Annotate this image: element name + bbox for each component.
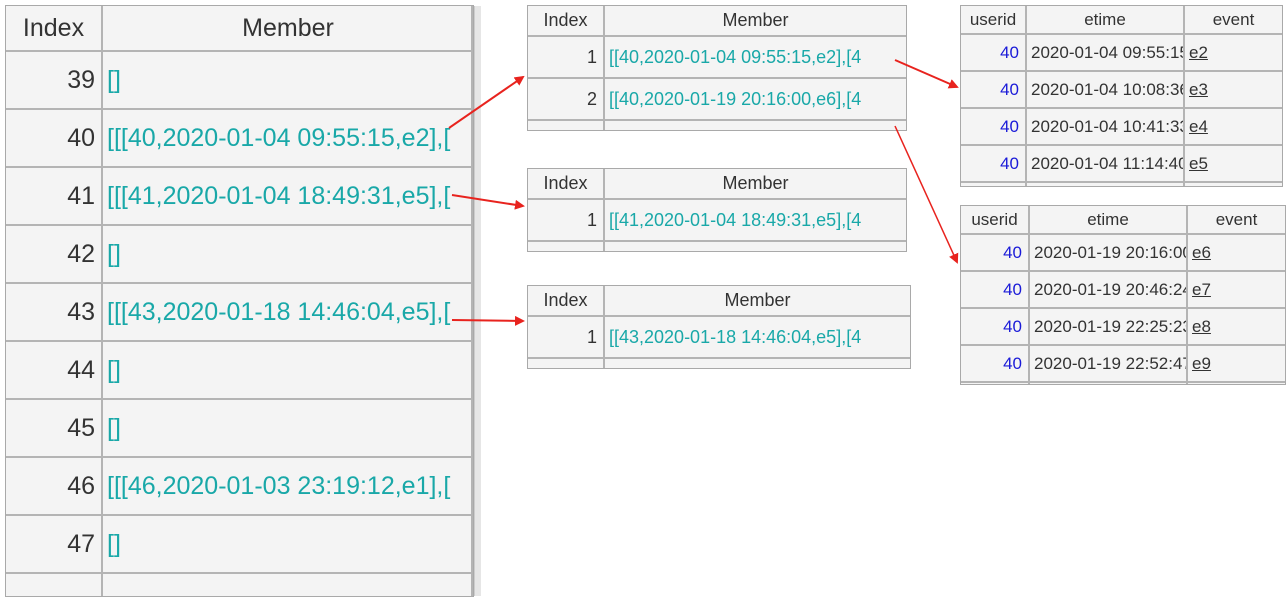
table-row[interactable]: 1 [[43,2020-01-18 14:46:04,e5],[4 [528, 317, 910, 359]
table-row[interactable]: 46 [[[46,2020-01-03 23:19:12,e1],[ [6, 458, 473, 516]
header-index[interactable]: Index [528, 169, 603, 198]
member-cell[interactable]: [] [107, 516, 473, 572]
member-cell[interactable]: [[40,2020-01-04 09:55:15,e2],[4 [609, 37, 906, 77]
etime-cell[interactable]: 2020-01-04 10:41:33 [1031, 109, 1183, 144]
event-cell[interactable]: e3 [1189, 72, 1282, 107]
index-cell[interactable]: 46 [6, 458, 95, 514]
event-cell[interactable]: e5 [1189, 146, 1282, 181]
member-cell[interactable]: [[41,2020-01-04 18:49:31,e5],[4 [609, 200, 906, 240]
member-cell[interactable]: [[43,2020-01-18 14:46:04,e5],[4 [609, 317, 910, 357]
header-member[interactable]: Member [103, 6, 473, 50]
group-40-table: Index Member 1 [[40,2020-01-04 09:55:15,e… [527, 5, 907, 131]
header-userid[interactable]: userid [961, 206, 1028, 233]
userid-cell[interactable]: 40 [961, 109, 1019, 144]
table-row[interactable]: 44[] [6, 342, 473, 400]
event-cell[interactable]: e7 [1192, 272, 1285, 307]
etime-cell[interactable]: 2020-01-19 22:25:23 [1034, 309, 1186, 344]
table-row[interactable]: 40 2020-01-19 22:25:23 e8 [961, 309, 1285, 346]
header-index[interactable]: Index [6, 6, 101, 50]
index-cell[interactable]: 42 [6, 226, 95, 282]
event-cell[interactable]: e9 [1192, 346, 1285, 381]
vertical-scrollbar[interactable] [474, 6, 481, 596]
etime-cell[interactable]: 2020-01-04 09:55:15 [1031, 35, 1183, 70]
index-cell[interactable]: 1 [528, 37, 597, 77]
userid-cell[interactable]: 40 [961, 309, 1022, 344]
header-etime[interactable]: etime [1027, 6, 1183, 33]
table-row[interactable]: 40 2020-01-04 11:14:40 e5 [961, 146, 1282, 183]
table-row[interactable]: 40 2020-01-04 10:08:36 e3 [961, 72, 1282, 109]
table-row[interactable]: 40 2020-01-19 20:16:00 e6 [961, 235, 1285, 272]
group-40-header: Index Member [528, 6, 906, 37]
table-row[interactable]: 2 [[40,2020-01-19 20:16:00,e6],[4 [528, 79, 906, 121]
group-43-table: Index Member 1 [[43,2020-01-18 14:46:04,e… [527, 285, 911, 369]
index-cell[interactable]: 44 [6, 342, 95, 398]
index-cell[interactable]: 45 [6, 400, 95, 456]
member-cell[interactable]: [] [107, 342, 473, 398]
detail-table-1: userid etime event 40 2020-01-04 09:55:15… [960, 5, 1283, 187]
table-row[interactable]: 39[] [6, 52, 473, 110]
table-row[interactable]: 40 2020-01-19 22:52:47 e9 [961, 346, 1285, 383]
table-row[interactable]: 45[] [6, 400, 473, 458]
detail-2-header: userid etime event [961, 206, 1285, 235]
member-cell[interactable]: [[40,2020-01-19 20:16:00,e6],[4 [609, 79, 906, 119]
header-userid[interactable]: userid [961, 6, 1025, 33]
index-cell[interactable]: 2 [528, 79, 597, 119]
index-cell[interactable]: 1 [528, 317, 597, 357]
userid-cell[interactable]: 40 [961, 272, 1022, 307]
userid-cell[interactable]: 40 [961, 346, 1022, 381]
index-cell[interactable]: 39 [6, 52, 95, 108]
event-cell[interactable]: e8 [1192, 309, 1285, 344]
member-cell[interactable]: [[[46,2020-01-03 23:19:12,e1],[ [107, 458, 473, 514]
member-cell[interactable]: [[[41,2020-01-04 18:49:31,e5],[ [107, 168, 473, 224]
table-row[interactable]: 40 2020-01-19 20:46:24 e7 [961, 272, 1285, 309]
userid-cell[interactable]: 40 [961, 235, 1022, 270]
etime-cell[interactable]: 2020-01-19 20:46:24 [1034, 272, 1186, 307]
header-member[interactable]: Member [605, 169, 906, 198]
event-cell[interactable]: e2 [1189, 35, 1282, 70]
event-cell[interactable]: e6 [1192, 235, 1285, 270]
table-row[interactable]: 47[] [6, 516, 473, 574]
detail-table-2: userid etime event 40 2020-01-19 20:16:00… [960, 205, 1286, 385]
member-cell[interactable]: [[[43,2020-01-18 14:46:04,e5],[ [107, 284, 473, 340]
table-row[interactable]: 41 [[[41,2020-01-04 18:49:31,e5],[ [6, 168, 473, 226]
index-cell[interactable]: 41 [6, 168, 95, 224]
member-cell[interactable]: [] [107, 226, 473, 282]
etime-cell[interactable]: 2020-01-04 10:08:36 [1031, 72, 1183, 107]
index-cell[interactable]: 47 [6, 516, 95, 572]
header-member[interactable]: Member [605, 286, 910, 315]
header-member[interactable]: Member [605, 6, 906, 35]
index-cell[interactable]: 1 [528, 200, 597, 240]
table-row[interactable]: 42[] [6, 226, 473, 284]
userid-cell[interactable]: 40 [961, 146, 1019, 181]
table-row[interactable]: 40 2020-01-04 09:55:15 e2 [961, 35, 1282, 72]
member-cell[interactable]: [] [107, 400, 473, 456]
table-row[interactable]: 40 2020-01-04 10:41:33 e4 [961, 109, 1282, 146]
etime-cell[interactable]: 2020-01-19 22:52:47 [1034, 346, 1186, 381]
userid-cell[interactable]: 40 [961, 35, 1019, 70]
header-index[interactable]: Index [528, 6, 603, 35]
userid-cell[interactable]: 40 [961, 72, 1019, 107]
main-table-header: Index Member [6, 6, 473, 52]
index-cell[interactable]: 40 [6, 110, 95, 166]
detail-1-header: userid etime event [961, 6, 1282, 35]
group-41-table: Index Member 1 [[41,2020-01-04 18:49:31,e… [527, 168, 907, 252]
etime-cell[interactable]: 2020-01-04 11:14:40 [1031, 146, 1183, 181]
header-etime[interactable]: etime [1030, 206, 1186, 233]
header-event[interactable]: event [1188, 206, 1285, 233]
header-event[interactable]: event [1185, 6, 1282, 33]
table-row[interactable]: 1 [[40,2020-01-04 09:55:15,e2],[4 [528, 37, 906, 79]
index-cell[interactable]: 43 [6, 284, 95, 340]
member-cell[interactable]: [] [107, 52, 473, 108]
header-index[interactable]: Index [528, 286, 603, 315]
table-row[interactable]: 40 [[[40,2020-01-04 09:55:15,e2],[ [6, 110, 473, 168]
member-cell[interactable]: [[[40,2020-01-04 09:55:15,e2],[ [107, 110, 473, 166]
table-row[interactable]: 43 [[[43,2020-01-18 14:46:04,e5],[ [6, 284, 473, 342]
group-43-header: Index Member [528, 286, 910, 317]
event-cell[interactable]: e4 [1189, 109, 1282, 144]
main-table: Index Member 39[] 40 [[[40,2020-01-04 09:5… [5, 5, 481, 597]
group-41-header: Index Member [528, 169, 906, 200]
table-row[interactable]: 1 [[41,2020-01-04 18:49:31,e5],[4 [528, 200, 906, 242]
etime-cell[interactable]: 2020-01-19 20:16:00 [1034, 235, 1186, 270]
